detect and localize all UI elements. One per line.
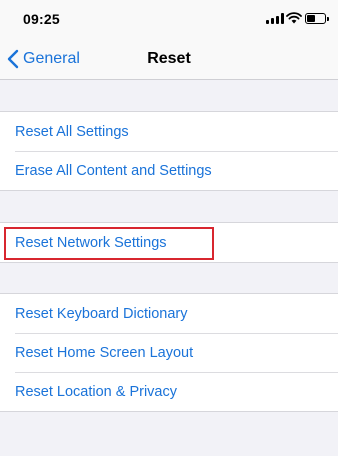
wifi-icon	[286, 11, 302, 24]
status-time: 09:25	[23, 11, 60, 27]
reset-keyboard-dictionary-row[interactable]: Reset Keyboard Dictionary	[0, 294, 338, 333]
row-label: Reset Home Screen Layout	[15, 344, 194, 361]
row-label: Reset Network Settings	[15, 234, 167, 251]
erase-all-content-row[interactable]: Erase All Content and Settings	[0, 151, 338, 190]
row-label: Reset Keyboard Dictionary	[15, 305, 188, 322]
settings-group-1: Reset All Settings Erase All Content and…	[0, 111, 338, 191]
row-label: Erase All Content and Settings	[15, 162, 212, 179]
page-title: Reset	[147, 50, 191, 67]
settings-group-2: Reset Network Settings	[0, 222, 338, 263]
reset-home-screen-layout-row[interactable]: Reset Home Screen Layout	[0, 333, 338, 372]
reset-all-settings-row[interactable]: Reset All Settings	[0, 112, 338, 151]
row-label: Reset All Settings	[15, 123, 129, 140]
top-bar: 09:25 General Reset	[0, 0, 338, 80]
reset-network-settings-row[interactable]: Reset Network Settings	[0, 223, 338, 262]
row-label: Reset Location & Privacy	[15, 383, 177, 400]
battery-icon	[305, 13, 329, 24]
reset-location-privacy-row[interactable]: Reset Location & Privacy	[0, 372, 338, 411]
cellular-signal-icon	[266, 13, 284, 24]
settings-group-3: Reset Keyboard Dictionary Reset Home Scr…	[0, 293, 338, 412]
